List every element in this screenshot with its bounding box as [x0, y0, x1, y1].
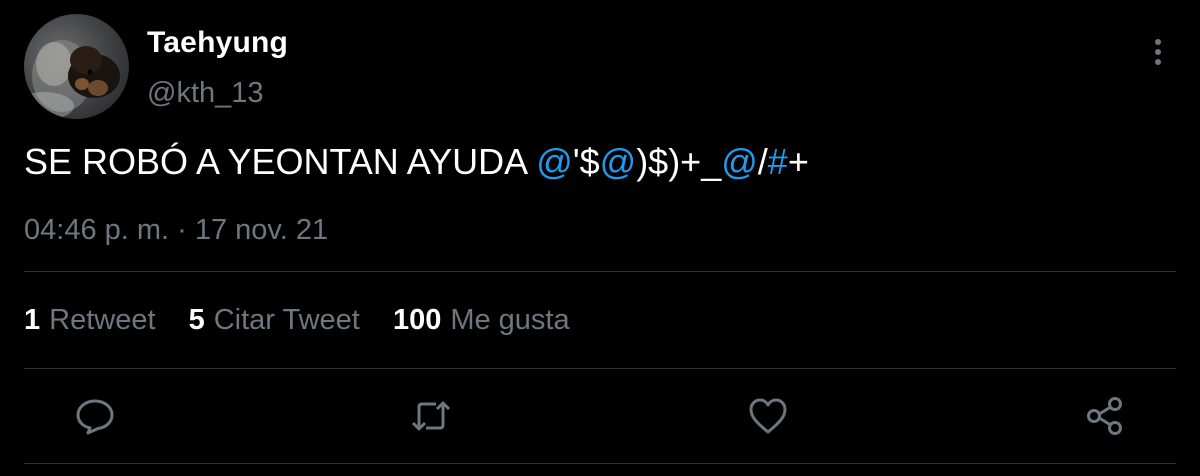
- avatar[interactable]: [24, 14, 129, 119]
- tweet-detail: Taehyung @kth_13 SE ROBÓ A YEONTAN AYUDA…: [0, 0, 1200, 476]
- stat-count: 100: [392, 304, 442, 336]
- author-handle[interactable]: @kth_13: [147, 77, 264, 110]
- tweet-text: SE ROBÓ A YEONTAN AYUDA @'$@)$)+_@/#+: [24, 141, 809, 183]
- avatar-photo-icon: [24, 40, 120, 119]
- tweet-text-segment: SE ROBÓ A YEONTAN AYUDA: [24, 141, 537, 182]
- stat-label: Citar Tweet: [213, 304, 360, 336]
- like-button[interactable]: [747, 395, 789, 437]
- retweet-count[interactable]: 1 Retweet: [24, 304, 156, 337]
- share-button[interactable]: [1084, 395, 1126, 437]
- share-icon: [1087, 397, 1122, 435]
- stat-label: Retweet: [49, 304, 156, 336]
- like-icon: [749, 398, 787, 434]
- divider: [24, 463, 1176, 464]
- more-options-icon[interactable]: [1144, 36, 1172, 68]
- retweet-button[interactable]: [410, 395, 452, 437]
- quote-tweet-count[interactable]: 5 Citar Tweet: [189, 304, 360, 337]
- tweet-text-segment: )$)+_: [636, 141, 722, 182]
- reply-icon: [76, 399, 114, 435]
- stat-label: Me gusta: [450, 304, 570, 336]
- tweet-text-segment: +: [787, 141, 809, 182]
- divider: [24, 271, 1176, 272]
- divider: [24, 368, 1176, 369]
- hashtag-link[interactable]: #: [768, 141, 788, 182]
- tweet-text-segment: /: [757, 141, 768, 182]
- stat-count: 1: [24, 304, 41, 336]
- tweet-stats: 1 Retweet 5 Citar Tweet 100 Me gusta: [24, 304, 595, 337]
- reply-button[interactable]: [74, 395, 116, 437]
- mention-link[interactable]: @: [600, 141, 637, 182]
- tweet-text-segment: '$: [572, 141, 600, 182]
- mention-link[interactable]: @: [536, 141, 573, 182]
- tweet-timestamp[interactable]: 04:46 p. m. · 17 nov. 21: [24, 214, 328, 247]
- stat-count: 5: [188, 304, 205, 336]
- author-display-name[interactable]: Taehyung: [147, 26, 288, 60]
- like-count[interactable]: 100 Me gusta: [393, 304, 570, 337]
- mention-link[interactable]: @: [721, 141, 758, 182]
- retweet-icon: [411, 401, 451, 431]
